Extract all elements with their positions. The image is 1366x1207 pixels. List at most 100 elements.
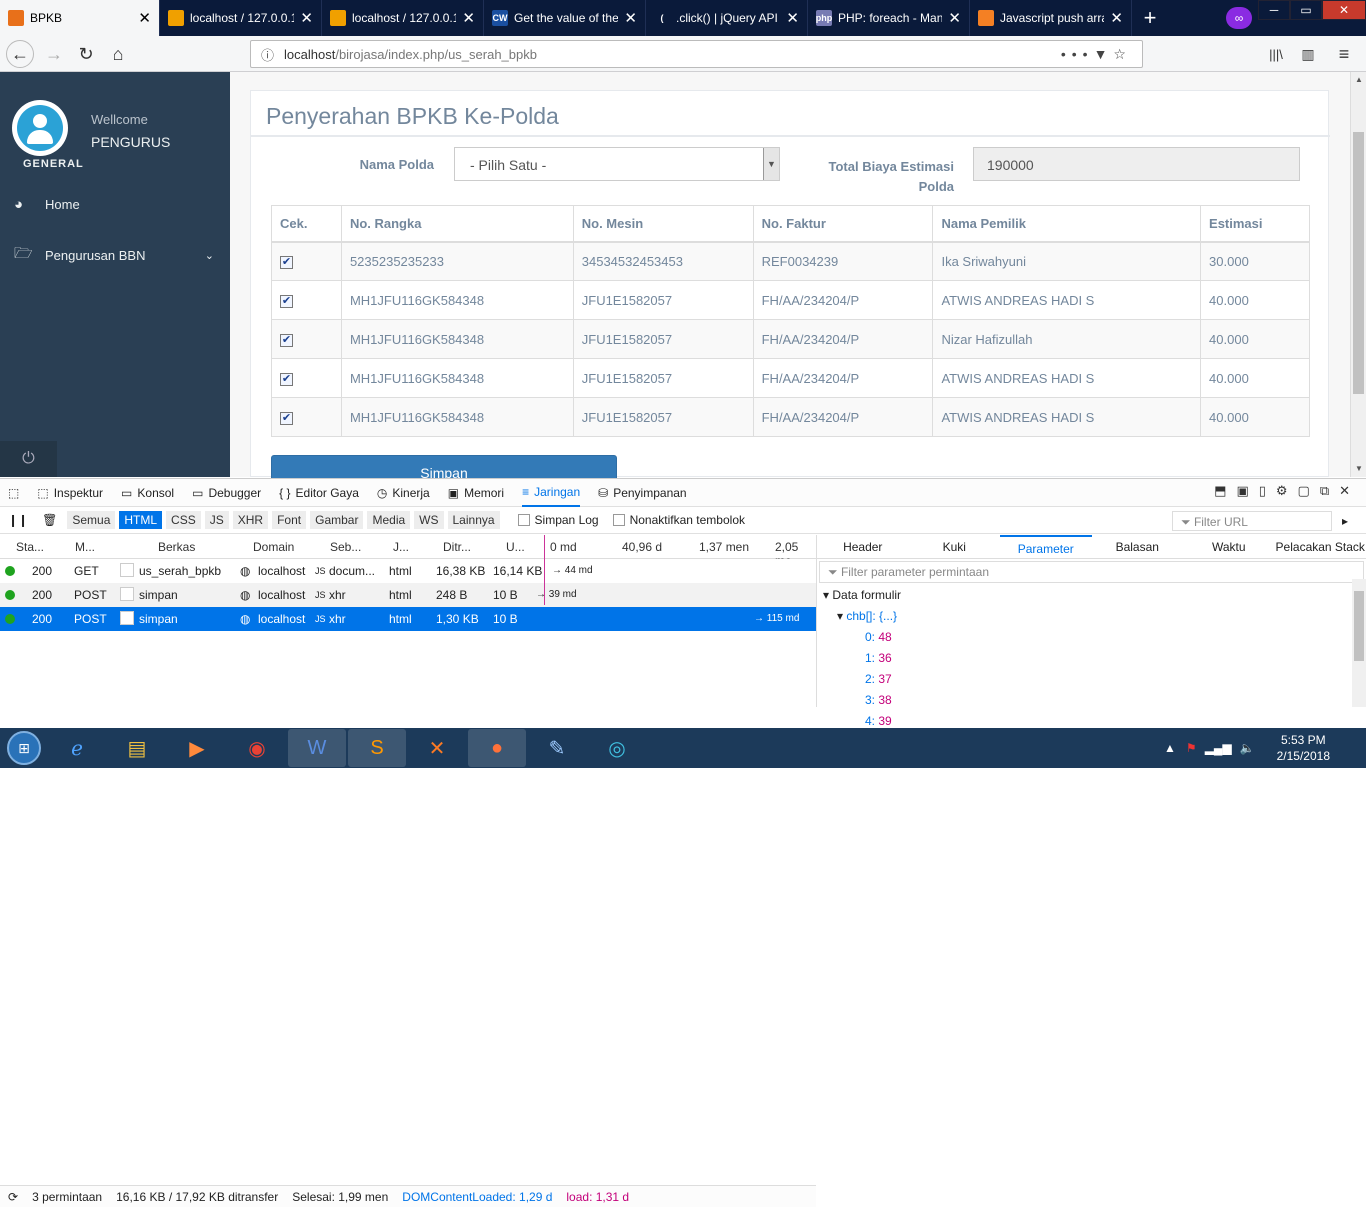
- col-cause[interactable]: Seb...: [330, 540, 361, 554]
- devtools-tab[interactable]: { }Editor Gaya: [279, 479, 359, 507]
- maximize-button[interactable]: ▭: [1290, 0, 1322, 20]
- simpan-log-checkbox[interactable]: [518, 514, 530, 526]
- devtools-tab[interactable]: ▭Debugger: [192, 479, 261, 507]
- network-filter-button[interactable]: WS: [414, 511, 443, 529]
- network-request-row[interactable]: 200GETus_serah_bpkb◍localhostJSdocum...h…: [0, 559, 816, 583]
- flag-icon[interactable]: ⚑: [1186, 741, 1197, 755]
- new-tab-button[interactable]: +: [1132, 0, 1168, 36]
- network-filter-button[interactable]: Lainnya: [448, 511, 500, 529]
- pause-icon[interactable]: ❙❙: [8, 513, 28, 527]
- paint-icon[interactable]: ✎: [528, 729, 586, 767]
- browser-tab[interactable]: localhost / 127.0.0.1✕: [160, 0, 322, 36]
- trash-icon[interactable]: 🗑: [42, 513, 57, 527]
- param-key-node[interactable]: ▾ chb[]: {...}: [823, 606, 1366, 627]
- devtools-tab[interactable]: ≡Jaringan: [522, 479, 580, 507]
- tab-close-icon[interactable]: ✕: [138, 9, 151, 27]
- devtools-tab[interactable]: ▣Memori: [448, 479, 504, 507]
- tab-close-icon[interactable]: ✕: [786, 9, 799, 27]
- tab-close-icon[interactable]: ✕: [300, 9, 313, 27]
- sidebar-item-home[interactable]: ◕ Home: [14, 196, 214, 213]
- close-window-button[interactable]: ✕: [1322, 0, 1366, 20]
- media-player-icon[interactable]: ▶: [168, 729, 226, 767]
- network-request-row[interactable]: 200POSTsimpan◍localhostJSxhrhtml1,30 KB1…: [0, 607, 816, 631]
- devtools-tab[interactable]: ⛁Penyimpanan: [598, 479, 686, 507]
- col-size[interactable]: U...: [506, 540, 525, 554]
- filter-url-input[interactable]: ⏷ Filter URL: [1172, 511, 1332, 531]
- devtools-tab[interactable]: ◷Kinerja: [377, 479, 430, 507]
- browser-tab[interactable]: BPKB✕: [0, 0, 160, 36]
- reload-button[interactable]: ↻: [72, 40, 100, 68]
- sidebar-toggle-icon[interactable]: ▥: [1294, 40, 1322, 68]
- network-filter-button[interactable]: Semua: [67, 511, 115, 529]
- param-item[interactable]: 2: 37: [823, 669, 1366, 690]
- scrollbar-thumb[interactable]: [1353, 132, 1364, 394]
- row-checkbox[interactable]: ✔: [280, 334, 293, 347]
- detail-tab[interactable]: Waktu: [1183, 535, 1275, 558]
- row-checkbox[interactable]: ✔: [280, 256, 293, 269]
- info-icon[interactable]: ⓘ: [261, 45, 274, 64]
- reload-icon[interactable]: ⟳: [8, 1190, 18, 1204]
- firefox-icon[interactable]: ●: [468, 729, 526, 767]
- col-status[interactable]: Sta...: [16, 540, 44, 554]
- polda-select[interactable]: - Pilih Satu - ▼: [454, 147, 780, 181]
- signal-icon[interactable]: ▂▄▆: [1205, 741, 1232, 755]
- network-filter-button[interactable]: Font: [272, 511, 306, 529]
- element-picker-icon[interactable]: ⬚: [8, 486, 19, 500]
- param-item[interactable]: 3: 38: [823, 690, 1366, 711]
- detail-tab[interactable]: Header: [817, 535, 909, 558]
- explorer-icon[interactable]: ▤: [108, 729, 166, 767]
- power-icon[interactable]: ⏻: [0, 441, 57, 477]
- detail-tab[interactable]: Balasan: [1092, 535, 1184, 558]
- tab-close-icon[interactable]: ✕: [624, 9, 637, 27]
- browser-tab[interactable]: Javascript push arra✕: [970, 0, 1132, 36]
- sidebar-item-pengurusan-bbn[interactable]: 🗁 Pengurusan BBN ⌄: [14, 243, 214, 268]
- network-filter-button[interactable]: HTML: [119, 511, 162, 529]
- app-icon[interactable]: ◎: [588, 729, 646, 767]
- nonaktif-cache-checkbox[interactable]: [613, 514, 625, 526]
- param-filter-input[interactable]: ⏷ Filter parameter permintaan: [819, 561, 1364, 583]
- chrome-icon[interactable]: ◉: [228, 729, 286, 767]
- minimize-button[interactable]: ─: [1258, 0, 1290, 20]
- network-filter-button[interactable]: Gambar: [310, 511, 363, 529]
- form-data-node[interactable]: ▾ Data formulir: [823, 585, 1366, 606]
- chevron-down-icon[interactable]: ▼: [763, 148, 779, 180]
- param-item[interactable]: 0: 48: [823, 627, 1366, 648]
- col-type[interactable]: J...: [393, 540, 409, 554]
- tab-close-icon[interactable]: ✕: [1110, 9, 1123, 27]
- scroll-up-arrow[interactable]: ▲: [1351, 72, 1366, 88]
- col-transferred[interactable]: Ditr...: [443, 540, 471, 554]
- detail-tab[interactable]: Kuki: [909, 535, 1001, 558]
- menu-icon[interactable]: ≡: [1330, 40, 1358, 68]
- scroll-down-arrow[interactable]: ▼: [1351, 461, 1366, 477]
- devtools-right-icons[interactable]: ⬒▣▯⚙▢⧉✕: [1214, 483, 1360, 499]
- word-icon[interactable]: W: [288, 729, 346, 767]
- col-method[interactable]: M...: [75, 540, 95, 554]
- settings-toggle-icon[interactable]: ▸: [1342, 514, 1348, 528]
- back-button[interactable]: ←: [6, 40, 34, 68]
- row-checkbox[interactable]: ✔: [280, 295, 293, 308]
- tab-close-icon[interactable]: ✕: [948, 9, 961, 27]
- library-icon[interactable]: |||\: [1262, 40, 1290, 68]
- network-filter-button[interactable]: JS: [205, 511, 229, 529]
- detail-scrollbar[interactable]: [1352, 579, 1366, 707]
- url-bar[interactable]: ⓘ localhost/birojasa/index.php/us_serah_…: [250, 40, 1143, 68]
- devtools-tab[interactable]: ⬚Inspektur: [37, 479, 103, 507]
- browser-tab[interactable]: phpPHP: foreach - Man✕: [808, 0, 970, 36]
- page-actions-icons[interactable]: •••▼☆: [1061, 46, 1132, 63]
- network-filter-button[interactable]: XHR: [233, 511, 268, 529]
- xampp-icon[interactable]: ✕: [408, 729, 466, 767]
- network-request-row[interactable]: 200POSTsimpan◍localhostJSxhrhtml248 B10 …: [0, 583, 816, 607]
- tray-arrow-icon[interactable]: ▲: [1164, 741, 1176, 755]
- detail-tab[interactable]: Parameter: [1000, 535, 1092, 558]
- param-item[interactable]: 1: 36: [823, 648, 1366, 669]
- network-filter-button[interactable]: Media: [367, 511, 410, 529]
- browser-tab[interactable]: CWGet the value of the✕: [484, 0, 646, 36]
- ie-icon[interactable]: ℯ: [48, 729, 106, 767]
- sublime-icon[interactable]: S: [348, 729, 406, 767]
- detail-tab[interactable]: Pelacakan Stack: [1275, 535, 1366, 558]
- page-scrollbar[interactable]: ▲ ▼: [1350, 72, 1366, 477]
- home-button[interactable]: ⌂: [104, 40, 132, 68]
- devtools-tab[interactable]: ▭Konsol: [121, 479, 174, 507]
- tab-close-icon[interactable]: ✕: [462, 9, 475, 27]
- col-domain[interactable]: Domain: [253, 540, 294, 554]
